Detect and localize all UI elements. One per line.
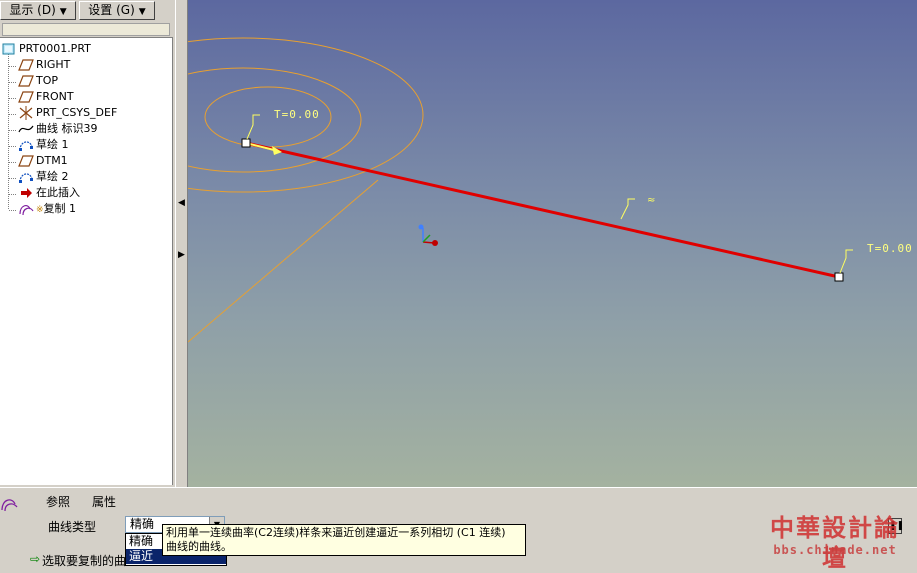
status-arrow-icon: ⇨ xyxy=(30,552,41,566)
start-point-handle[interactable] xyxy=(241,138,251,148)
tree-branch xyxy=(9,146,16,147)
tree-branch xyxy=(9,130,16,131)
tree-item-label: PRT0001.PRT xyxy=(19,42,91,55)
copy-feature-icon xyxy=(18,202,34,216)
curve-type-label: 曲线类型 xyxy=(48,520,97,534)
datum-edge-line xyxy=(188,179,379,343)
datum-plane-icon xyxy=(18,74,34,88)
site-watermark: 中華設計論壇 bbs.chinade.net xyxy=(760,513,910,572)
start-label-leader xyxy=(246,114,260,140)
tab-properties[interactable]: 属性 xyxy=(92,493,116,510)
tree-item-label: 草绘 1 xyxy=(36,138,69,151)
watermark-url: bbs.chinade.net xyxy=(773,543,897,557)
tree-item-label: FRONT xyxy=(36,90,74,103)
tree-item-sketch-2[interactable]: 草绘 2 xyxy=(18,169,69,185)
tree-column-header xyxy=(0,22,173,38)
tree-item-front[interactable]: FRONT xyxy=(18,89,74,105)
csys-icon xyxy=(18,106,34,120)
status-prompt: 选取要复制的曲 xyxy=(42,554,126,568)
settings-menu-label: 设置 (G) xyxy=(88,3,135,17)
collapse-left-icon[interactable]: ◀ xyxy=(176,192,187,214)
part-icon xyxy=(1,42,17,56)
copy-marker-icon: ※ xyxy=(36,205,44,215)
tree-branch xyxy=(9,210,16,211)
watermark-title: 中華設計論壇 xyxy=(770,513,900,572)
end-label-leader xyxy=(839,249,853,274)
csys-marker-icon xyxy=(418,224,424,230)
panel-splitter[interactable]: ◀ ▶ xyxy=(175,0,188,487)
tree-branch xyxy=(9,178,16,179)
insert-here-icon xyxy=(18,186,34,200)
tree-item-label: 复制 1 xyxy=(43,202,77,215)
tree-item-copy-1[interactable]: ※复制 1 xyxy=(18,201,76,217)
tree-header-cell[interactable] xyxy=(2,23,170,36)
tree-item-sketch-1[interactable]: 草绘 1 xyxy=(18,137,69,153)
datum-plane-icon xyxy=(18,90,34,104)
tree-branch xyxy=(9,66,16,67)
display-menu-button[interactable]: 显示 (D) ▼ xyxy=(0,1,76,20)
csys-axis-z xyxy=(422,234,431,243)
tree-item-label: RIGHT xyxy=(36,58,71,71)
tree-item-right[interactable]: RIGHT xyxy=(18,57,70,73)
tree-item-dtm1[interactable]: DTM1 xyxy=(18,153,68,169)
sketch-icon xyxy=(18,138,34,152)
graphics-viewport[interactable]: ≈ T=0.00 T=0.00 xyxy=(188,0,917,487)
csys-origin-icon xyxy=(432,240,438,246)
chevron-down-icon: ▼ xyxy=(138,7,146,17)
settings-menu-button[interactable]: 设置 (G) ▼ xyxy=(79,1,155,20)
start-parameter-label: T=0.00 xyxy=(274,108,320,121)
tree-item-label: 在此插入 xyxy=(36,186,80,199)
display-menu-label: 显示 (D) xyxy=(9,3,56,17)
tree-item-label: PRT_CSYS_DEF xyxy=(36,106,118,119)
option-tooltip: 利用单一连续曲率(C2连续)样条来逼近创建逼近一系列相切 (C1 连续) 曲线的… xyxy=(162,524,526,556)
model-tree: PRT0001.PRT RIGHT TOP FRONT PRT_CSYS_DEF… xyxy=(0,38,173,485)
tree-branch xyxy=(9,162,16,163)
curve-type-value: 精确 xyxy=(130,517,155,531)
tree-branch xyxy=(9,98,16,99)
tree-branch xyxy=(9,194,16,195)
tree-item-curve-39[interactable]: 曲线 标识39 xyxy=(18,121,98,137)
tree-branch xyxy=(9,82,16,83)
curve-icon xyxy=(18,122,34,136)
tree-connector-line xyxy=(8,54,9,209)
copy-curve-feature-icon xyxy=(1,499,18,512)
tooltip-line-2: 曲线的曲线。 xyxy=(166,540,232,553)
expand-right-icon[interactable]: ▶ xyxy=(176,244,187,266)
tree-item-label: TOP xyxy=(36,74,59,87)
datum-plane-icon xyxy=(18,58,34,72)
tree-item-label: DTM1 xyxy=(36,154,68,167)
tree-branch xyxy=(9,114,16,115)
tree-item-csys[interactable]: PRT_CSYS_DEF xyxy=(18,105,117,121)
tree-item-part[interactable]: PRT0001.PRT xyxy=(1,41,91,57)
chevron-down-icon: ▼ xyxy=(59,7,67,17)
tooltip-line-1: 利用单一连续曲率(C2连续)样条来逼近创建逼近一系列相切 (C1 连续) xyxy=(166,526,506,539)
tree-item-label: 曲线 标识39 xyxy=(36,122,98,135)
end-point-handle[interactable] xyxy=(834,272,844,282)
end-parameter-label: T=0.00 xyxy=(867,242,913,255)
copied-curve[interactable] xyxy=(245,141,840,279)
sketch-icon xyxy=(18,170,34,184)
mid-label-leader xyxy=(620,198,635,220)
tab-references[interactable]: 参照 xyxy=(46,493,70,510)
approx-mark-icon: ≈ xyxy=(647,195,655,206)
datum-plane-icon xyxy=(18,154,34,168)
tree-menu-bar: 显示 (D) ▼ 设置 (G) ▼ xyxy=(0,0,176,22)
tree-item-top[interactable]: TOP xyxy=(18,73,58,89)
model-graphics: ≈ xyxy=(188,37,853,343)
tree-item-insert-here[interactable]: 在此插入 xyxy=(18,185,80,201)
tree-item-label: 草绘 2 xyxy=(36,170,69,183)
model-tree-panel: 显示 (D) ▼ 设置 (G) ▼ PRT0001.PRT RIGHT TOP FR… xyxy=(0,0,176,487)
